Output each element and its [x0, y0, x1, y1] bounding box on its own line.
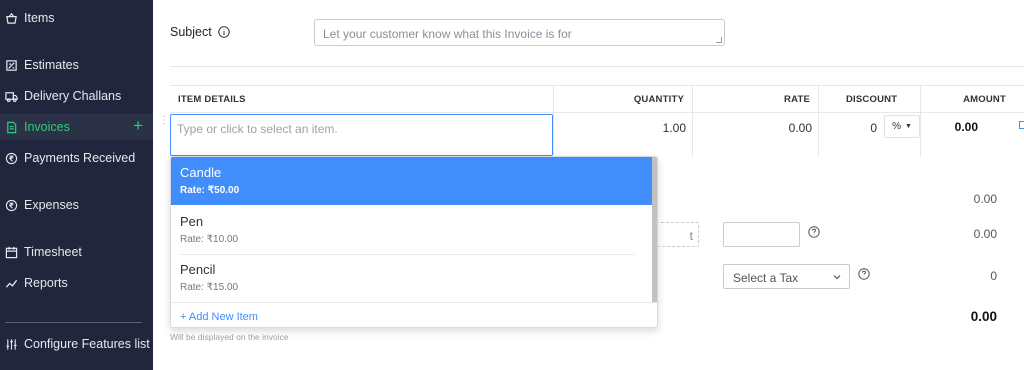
- col-divider: [818, 85, 819, 157]
- sidebar-item-label: Estimates: [24, 58, 79, 72]
- sidebar-item-expenses[interactable]: Expenses: [0, 192, 153, 218]
- adjustment-input[interactable]: [723, 222, 800, 247]
- col-divider: [553, 85, 554, 157]
- sidebar-item-label: Delivery Challans: [24, 89, 122, 103]
- header-discount: DISCOUNT: [846, 94, 898, 105]
- col-divider: [692, 85, 693, 157]
- drag-handle-icon[interactable]: ⋮⋮: [159, 116, 179, 130]
- item-option-pencil[interactable]: Pencil Rate: ₹15.00: [171, 254, 652, 302]
- configure-features-button[interactable]: Configure Features list: [0, 331, 153, 357]
- tax-select[interactable]: Select a Tax: [723, 264, 850, 289]
- invoice-icon: [5, 121, 18, 134]
- subject-textarea[interactable]: Let your customer know what this Invoice…: [314, 19, 725, 46]
- discount-unit-select[interactable]: % ▼: [884, 115, 920, 138]
- sidebar-item-label: Reports: [24, 276, 68, 290]
- sidebar-item-reports[interactable]: Reports: [0, 270, 153, 296]
- discount-input[interactable]: 0: [870, 121, 877, 135]
- rupee-coin-icon: [5, 152, 18, 165]
- rupee-coin-icon: [5, 199, 18, 212]
- info-icon[interactable]: [218, 26, 230, 38]
- sidebar-divider: [5, 322, 142, 323]
- sidebar-item-estimates[interactable]: Estimates: [0, 52, 153, 78]
- sliders-icon: [5, 338, 18, 351]
- divider: [170, 66, 1024, 67]
- configure-features-label: Configure Features list: [24, 337, 150, 351]
- header-item-details: ITEM DETAILS: [178, 94, 246, 105]
- total-value: 0.00: [970, 309, 997, 324]
- chevron-down-icon: [833, 275, 841, 280]
- item-option-candle[interactable]: Candle Rate: ₹50.00: [171, 157, 652, 205]
- sidebar: Items Estimates Delivery Challans Invoic…: [0, 0, 153, 370]
- header-border: [170, 112, 1024, 113]
- col-divider: [920, 85, 921, 157]
- sidebar-item-payments-received[interactable]: Payments Received: [0, 145, 153, 171]
- adjustment-value: 0.00: [973, 227, 997, 241]
- hint-text: Will be displayed on the invoice: [170, 332, 289, 342]
- estimate-icon: [5, 59, 18, 72]
- sidebar-item-label: Timesheet: [24, 245, 82, 259]
- sidebar-item-label: Payments Received: [24, 151, 136, 165]
- row-action-icon[interactable]: [1019, 121, 1024, 129]
- table-top-border: [170, 85, 1024, 86]
- invoice-form: Subject Let your customer know what this…: [153, 0, 1024, 370]
- line-amount: 0.00: [954, 120, 978, 134]
- help-icon[interactable]: [808, 226, 820, 238]
- header-rate: RATE: [784, 94, 810, 105]
- help-icon[interactable]: [858, 268, 870, 280]
- basket-icon: [5, 12, 18, 25]
- caret-down-icon: ▼: [904, 123, 912, 130]
- sidebar-item-invoices[interactable]: Invoices +: [0, 114, 153, 140]
- rate-input[interactable]: 0.00: [789, 121, 812, 135]
- subject-label: Subject: [170, 25, 230, 39]
- sidebar-item-label: Items: [24, 11, 55, 25]
- sidebar-item-label: Expenses: [24, 198, 79, 212]
- sidebar-item-items[interactable]: Items: [0, 5, 153, 31]
- header-amount: AMOUNT: [963, 94, 1006, 105]
- item-search-input[interactable]: Type or click to select an item.: [170, 114, 553, 156]
- chart-icon: [5, 277, 18, 290]
- header-quantity: QUANTITY: [633, 94, 684, 105]
- tax-value: 0: [990, 269, 997, 283]
- add-invoice-icon[interactable]: +: [133, 117, 143, 135]
- calendar-icon: [5, 246, 18, 259]
- add-new-item-button[interactable]: + Add New Item: [171, 302, 657, 327]
- resize-handle[interactable]: [716, 37, 722, 43]
- item-option-pen[interactable]: Pen Rate: ₹10.00: [171, 206, 652, 254]
- scrollbar-thumb[interactable]: [652, 157, 657, 302]
- item-list: Candle Rate: ₹50.00 Pen Rate: ₹10.00 Pen…: [171, 157, 652, 302]
- sidebar-item-timesheet[interactable]: Timesheet: [0, 239, 153, 265]
- item-dropdown: Candle Rate: ₹50.00 Pen Rate: ₹10.00 Pen…: [170, 156, 658, 328]
- dropdown-scrollbar[interactable]: [652, 157, 657, 302]
- truck-icon: [5, 90, 18, 103]
- subtotal-value: 0.00: [973, 192, 997, 206]
- sidebar-item-delivery-challans[interactable]: Delivery Challans: [0, 83, 153, 109]
- sidebar-item-label: Invoices: [24, 120, 70, 134]
- quantity-input[interactable]: 1.00: [663, 121, 686, 135]
